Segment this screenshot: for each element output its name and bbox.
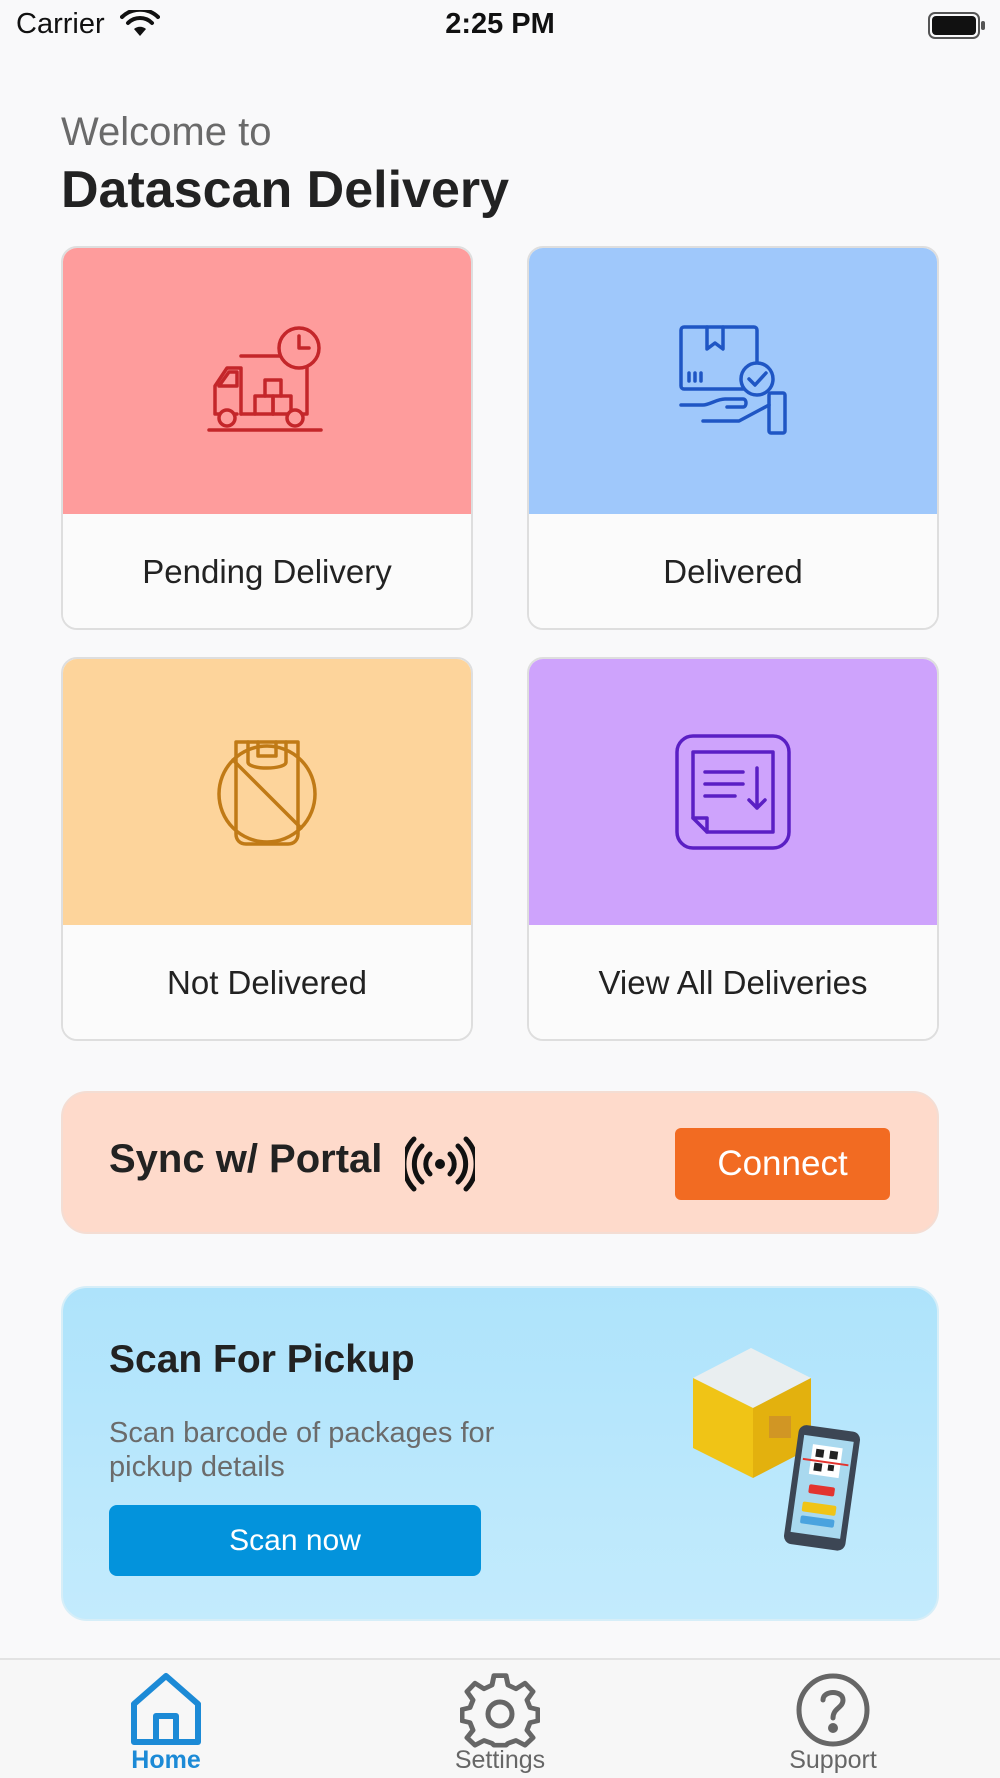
tile-pending-delivery-art [63, 248, 471, 514]
package-hand-check-icon [679, 325, 787, 435]
tile-view-all-deliveries-label: View All Deliveries [529, 925, 937, 1039]
status-bar: Carrier 2:25 PM [0, 0, 1000, 50]
scan-pickup-card: Scan For Pickup Scan barcode of packages… [61, 1286, 939, 1621]
gear-icon [460, 1673, 540, 1748]
tab-support-label: Support [789, 1746, 877, 1774]
tile-pending-delivery-label: Pending Delivery [63, 514, 471, 628]
tab-support[interactable]: Support [733, 1660, 933, 1778]
tile-not-delivered[interactable]: Not Delivered [61, 657, 473, 1041]
clock-time: 2:25 PM [445, 8, 555, 40]
scan-now-button[interactable]: Scan now [109, 1505, 481, 1576]
tab-home-label: Home [131, 1746, 201, 1774]
delivery-truck-clock-icon [207, 325, 323, 432]
package-phone-scan-illustration [693, 1348, 861, 1551]
tile-delivered-label: Delivered [529, 514, 937, 628]
tile-not-delivered-art [63, 659, 471, 925]
page-title: Datascan Delivery [61, 161, 510, 219]
tile-delivered-art [529, 248, 937, 514]
tile-pending-delivery[interactable]: Pending Delivery [61, 246, 473, 630]
scan-title: Scan For Pickup [109, 1338, 415, 1381]
battery-icon [928, 12, 985, 39]
welcome-text: Welcome to [61, 110, 272, 154]
tab-bar: Home Settings Support [0, 1658, 1000, 1778]
tile-view-all-deliveries[interactable]: View All Deliveries [527, 657, 939, 1041]
home-icon [131, 1673, 201, 1745]
bag-cancel-icon [217, 740, 317, 846]
scan-description: Scan barcode of packages for pickup deta… [109, 1417, 495, 1483]
sync-label: Sync w/ Portal [109, 1137, 383, 1181]
tile-not-delivered-label: Not Delivered [63, 925, 471, 1039]
tab-home[interactable]: Home [66, 1660, 266, 1778]
list-download-icon [675, 734, 791, 850]
tile-view-all-deliveries-art [529, 659, 937, 925]
tab-settings-label: Settings [454, 1746, 546, 1774]
broadcast-signal-icon [405, 1136, 475, 1192]
tab-settings[interactable]: Settings [400, 1660, 600, 1778]
question-circle-icon [796, 1673, 870, 1747]
connect-button[interactable]: Connect [675, 1128, 890, 1200]
sync-portal-card: Sync w/ Portal Connect [61, 1091, 939, 1234]
tile-delivered[interactable]: Delivered [527, 246, 939, 630]
